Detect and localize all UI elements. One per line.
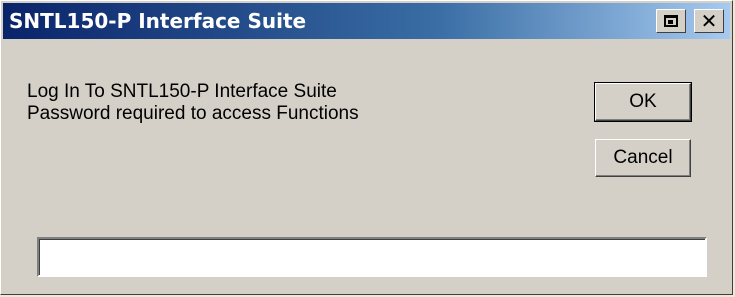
- prompt-message: Log In To SNTL150-P Interface Suite Pass…: [27, 81, 359, 125]
- prompt-line-1: Log In To SNTL150-P Interface Suite: [27, 81, 337, 102]
- window-title: SNTL150-P Interface Suite: [9, 9, 307, 33]
- restore-button[interactable]: [656, 9, 686, 33]
- close-button[interactable]: ✕: [694, 9, 724, 33]
- close-icon: ✕: [700, 9, 718, 33]
- login-dialog: SNTL150-P Interface Suite ✕ Log In To SN…: [0, 0, 733, 295]
- ok-button[interactable]: OK: [594, 82, 692, 122]
- cancel-button[interactable]: Cancel: [595, 139, 691, 177]
- prompt-line-2: Password required to access Functions: [27, 103, 359, 124]
- restore-icon: [664, 15, 678, 27]
- title-bar[interactable]: SNTL150-P Interface Suite ✕: [3, 3, 730, 39]
- password-input[interactable]: [37, 237, 707, 277]
